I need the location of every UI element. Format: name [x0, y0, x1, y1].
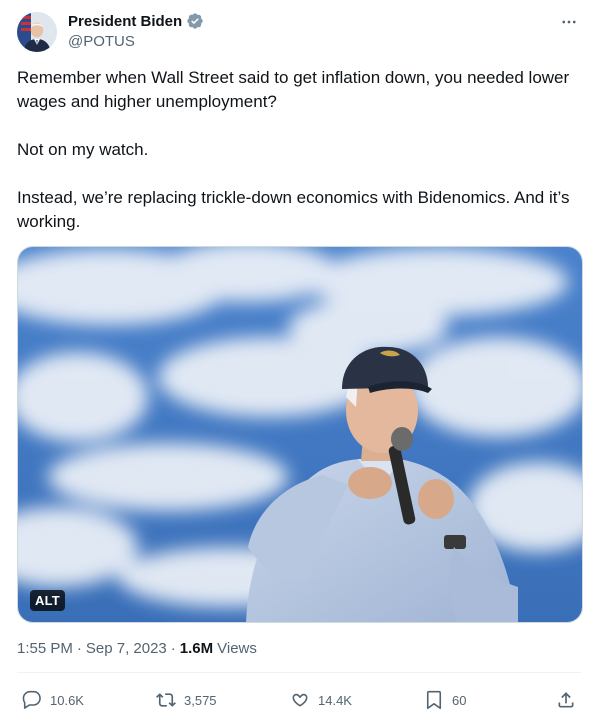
share-icon [558, 692, 574, 708]
divider [17, 672, 581, 673]
verified-badge-icon [186, 12, 204, 30]
meta-separator: · [76, 640, 82, 657]
tweet-date[interactable]: Sep 7, 2023 [86, 640, 167, 657]
action-bar: 10.6K 3,575 14.4K 60 [14, 686, 584, 714]
more-options-icon[interactable] [557, 10, 581, 34]
tweet-text: Remember when Wall Street said to get in… [17, 66, 583, 234]
tweet-paragraph: Not on my watch. [17, 140, 149, 159]
reply-count: 10.6K [50, 692, 84, 708]
bookmark-button[interactable]: 60 [424, 686, 466, 714]
like-count: 14.4K [318, 692, 352, 708]
author-handle[interactable]: @POTUS [68, 33, 135, 50]
biden-portrait-avatar [17, 12, 57, 52]
repost-count: 3,575 [184, 692, 217, 708]
avatar[interactable] [17, 12, 57, 52]
reply-button[interactable]: 10.6K [22, 686, 84, 714]
author-name[interactable]: President Biden [68, 13, 182, 30]
bookmark-icon [426, 690, 442, 710]
tweet-paragraph: Remember when Wall Street said to get in… [17, 68, 570, 111]
tweet-card: President Biden @POTUS Remember when Wal… [0, 0, 598, 724]
tweet-photo[interactable]: ALT [17, 246, 583, 623]
views-label: Views [217, 640, 257, 657]
views-count: 1.6M [179, 640, 214, 657]
alt-text-button[interactable]: ALT [30, 590, 65, 611]
tweet-meta: 1:55 PM · Sep 7, 2023 · 1.6M Views [17, 640, 257, 657]
tweet-paragraph: Instead, we’re replacing trickle-down ec… [17, 188, 570, 231]
share-button[interactable] [556, 686, 576, 714]
repost-icon [156, 693, 176, 707]
author-name-row: President Biden [68, 12, 204, 30]
like-button[interactable]: 14.4K [290, 686, 352, 714]
meta-separator: · [170, 640, 176, 657]
like-icon [292, 693, 308, 707]
repost-button[interactable]: 3,575 [156, 686, 217, 714]
bookmark-count: 60 [452, 692, 467, 708]
tweet-time[interactable]: 1:55 PM [17, 640, 73, 657]
reply-icon [22, 690, 41, 709]
photo-man-speaking-under-sky [18, 247, 582, 622]
